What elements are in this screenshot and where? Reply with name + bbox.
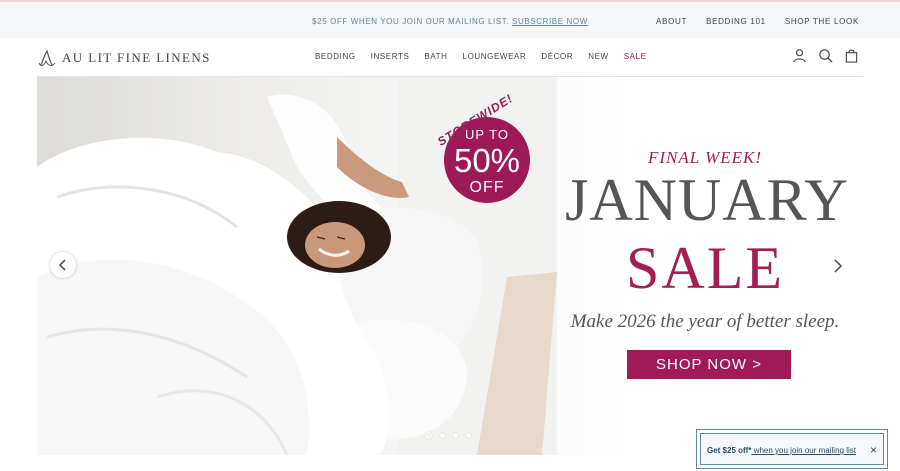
carousel-dot-1[interactable] <box>425 432 432 439</box>
utility-nav: ABOUT BEDDING 101 SHOP THE LOOK <box>656 17 859 26</box>
close-icon[interactable]: × <box>870 443 877 457</box>
utility-link-bedding-101[interactable]: BEDDING 101 <box>706 17 766 26</box>
subscribe-link[interactable]: SUBSCRIBE NOW <box>512 17 588 26</box>
brand-name: AU LIT FINE LINENS <box>62 50 211 65</box>
chevron-right-icon <box>834 259 843 273</box>
carousel-dot-4[interactable] <box>466 433 471 438</box>
carousel-prev-button[interactable] <box>50 252 76 278</box>
account-icon[interactable] <box>792 48 807 63</box>
cart-icon[interactable] <box>844 48 859 63</box>
carousel-dot-2[interactable] <box>440 433 445 438</box>
mailing-list-popup[interactable]: Get $25 off* when you join our mailing l… <box>696 429 888 469</box>
carousel-next-button[interactable] <box>828 255 848 277</box>
announcement-bar: $25 OFF WHEN YOU JOIN OUR MAILING LIST. … <box>0 2 900 38</box>
site-header: AU LIT FINE LINENS BEDDING INSERTS BATH … <box>0 38 900 76</box>
popup-message: when you join our mailing list <box>751 446 856 455</box>
sale-badge: UP TO 50% OFF <box>444 117 530 203</box>
hero-headline-january: JANUARY <box>565 167 849 233</box>
popup-text[interactable]: Get $25 off* when you join our mailing l… <box>707 446 856 455</box>
hero-kicker: FINAL WEEK! <box>647 148 763 167</box>
nav-decor[interactable]: DÉCOR <box>541 52 573 61</box>
nav-sale[interactable]: SALE <box>624 52 647 61</box>
utility-link-about[interactable]: ABOUT <box>656 17 687 26</box>
header-icons <box>792 48 859 63</box>
utility-link-shop-the-look[interactable]: SHOP THE LOOK <box>785 17 859 26</box>
badge-percent: 50% <box>453 142 521 179</box>
carousel-dots <box>425 432 471 439</box>
hero-banner[interactable]: STOREWIDE! UP TO 50% OFF FINAL WEEK! JAN… <box>37 76 863 455</box>
badge-up-to: UP TO <box>464 127 510 142</box>
hero-copy: FINAL WEEK! JANUARY SALE Make 2026 the y… <box>565 77 849 455</box>
shop-now-button[interactable]: SHOP NOW > <box>627 350 791 379</box>
nav-new[interactable]: NEW <box>588 52 608 61</box>
hero-headline-sale: SALE <box>626 235 784 301</box>
nav-loungewear[interactable]: LOUNGEWEAR <box>463 52 527 61</box>
popup-inner: Get $25 off* when you join our mailing l… <box>700 433 884 465</box>
popup-offer: Get $25 off* <box>707 446 752 455</box>
nav-inserts[interactable]: INSERTS <box>371 52 410 61</box>
nav-bath[interactable]: BATH <box>424 52 447 61</box>
hero-subheadline: Make 2026 the year of better sleep. <box>570 311 840 332</box>
badge-off: OFF <box>469 179 505 196</box>
brand-logo[interactable]: AU LIT FINE LINENS <box>38 48 211 68</box>
search-icon[interactable] <box>818 48 833 63</box>
nav-bedding[interactable]: BEDDING <box>315 52 356 61</box>
carousel-dot-3[interactable] <box>453 433 458 438</box>
main-nav: BEDDING INSERTS BATH LOUNGEWEAR DÉCOR NE… <box>315 52 647 61</box>
chevron-left-icon <box>58 259 66 271</box>
logo-monogram-icon <box>38 49 56 66</box>
